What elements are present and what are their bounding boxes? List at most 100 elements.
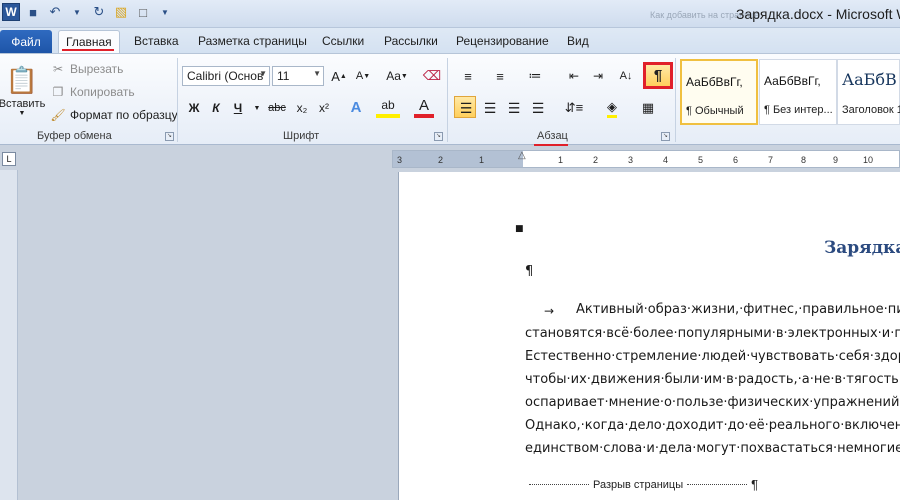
ruler-left-margin bbox=[393, 151, 523, 167]
borders-icon: ▦ bbox=[641, 100, 655, 115]
underline-button[interactable]: Ч bbox=[228, 98, 248, 118]
paragraph-group-label: Абзац bbox=[537, 130, 568, 142]
paragraph-line[interactable]: Активный·образ·жизни,·фитнес,·правильное… bbox=[576, 302, 900, 317]
paragraph-line[interactable]: оспаривает·мнение·о·пользе·физических·уп… bbox=[525, 395, 900, 410]
show-formatting-marks-button[interactable]: ¶ bbox=[643, 62, 673, 89]
window-title: Зарядка.docx - Microsoft W bbox=[736, 6, 900, 22]
chevron-down-icon: ▼ bbox=[259, 69, 267, 78]
title-bar: W ■ ↶ ▼ ↻ ▧ □ ▼ Как добавить на странице… bbox=[0, 0, 900, 28]
increase-indent-icon: ⇥ bbox=[592, 69, 604, 83]
tab-page-layout[interactable]: Разметка страницы bbox=[198, 34, 307, 48]
group-separator bbox=[447, 58, 448, 142]
line-spacing-icon: ⇵≡ bbox=[564, 100, 584, 115]
word-app-icon[interactable]: W bbox=[2, 3, 20, 21]
ribbon-tabs: Файл Главная Вставка Разметка страницы С… bbox=[0, 28, 900, 54]
justify-button[interactable]: ☰ bbox=[528, 98, 548, 118]
tab-mailings[interactable]: Рассылки bbox=[384, 34, 438, 48]
tab-stop-selector[interactable]: L bbox=[2, 152, 16, 166]
font-color-button[interactable]: A bbox=[414, 96, 434, 118]
line-spacing-button[interactable]: ⇵≡ bbox=[560, 98, 588, 118]
align-left-button[interactable]: ☰ bbox=[456, 98, 476, 118]
subscript-button[interactable]: x₂ bbox=[292, 98, 312, 118]
undo-icon[interactable]: ↶ bbox=[46, 3, 64, 21]
customize-icon[interactable]: ▼ bbox=[156, 3, 174, 21]
change-case-button[interactable]: Aa ▼ bbox=[384, 66, 410, 86]
chevron-down-icon: ▼ bbox=[313, 69, 321, 78]
align-center-button[interactable]: ☰ bbox=[480, 98, 500, 118]
grow-font-button[interactable]: A ▲ bbox=[330, 66, 348, 86]
chevron-down-icon: ▼ bbox=[18, 110, 26, 117]
quick-access-toolbar: W ■ ↶ ▼ ↻ ▧ □ ▼ bbox=[2, 3, 174, 21]
highlight-color-button[interactable]: ab bbox=[376, 96, 400, 118]
align-right-button[interactable]: ☰ bbox=[504, 98, 524, 118]
tab-view[interactable]: Вид bbox=[567, 34, 589, 48]
paste-icon: 📋 bbox=[5, 65, 39, 95]
clear-formatting-button[interactable]: ⌫ bbox=[422, 66, 442, 86]
increase-indent-button[interactable]: ⇥ bbox=[588, 66, 608, 86]
redo-icon[interactable]: ↻ bbox=[90, 3, 108, 21]
tab-insert[interactable]: Вставка bbox=[134, 34, 179, 48]
cut-button[interactable]: ✂ Вырезать bbox=[50, 59, 123, 79]
shrink-font-button[interactable]: A ▼ bbox=[354, 66, 372, 86]
borders-button[interactable]: ▦ bbox=[634, 98, 662, 118]
align-right-icon: ☰ bbox=[507, 99, 521, 116]
shading-button[interactable]: ◈ bbox=[598, 98, 626, 118]
document-heading[interactable]: Зарядка bbox=[824, 238, 900, 258]
dropdown-icon[interactable]: ▼ bbox=[68, 3, 86, 21]
paste-button[interactable]: 📋 Вставить ▼ bbox=[0, 58, 45, 124]
strikethrough-button[interactable]: abc bbox=[266, 98, 288, 118]
vertical-ruler bbox=[0, 170, 18, 500]
save-icon[interactable]: ■ bbox=[24, 3, 42, 21]
copy-button[interactable]: ❐ Копировать bbox=[50, 82, 135, 102]
justify-icon: ☰ bbox=[531, 99, 545, 116]
style-no-spacing[interactable]: АаБбВвГг, ¶ Без интер... bbox=[759, 59, 837, 125]
font-name-combo[interactable]: Calibri (Основ ▼ bbox=[182, 66, 270, 86]
italic-button[interactable]: К bbox=[206, 98, 226, 118]
group-separator bbox=[177, 58, 178, 142]
font-size-combo[interactable]: 11 ▼ bbox=[272, 66, 324, 86]
numbered-list-icon: ≡ bbox=[496, 68, 504, 84]
font-group-label: Шрифт bbox=[283, 130, 320, 142]
document-page[interactable]: ■ Зарядка ¶ → Активный·образ·жизни,·фитн… bbox=[398, 172, 900, 500]
paragraph-line[interactable]: Однако,·когда·дело·доходит·до·её·реально… bbox=[525, 418, 900, 433]
paragraph-line[interactable]: Естественно·стремление·людей·чувствовать… bbox=[525, 349, 900, 364]
font-dialog-launcher[interactable]: ↘ bbox=[434, 132, 443, 141]
sort-icon: A↓ bbox=[619, 70, 633, 82]
paragraph-line[interactable]: чтобы·их·движения·были·им·в·радость,·а·н… bbox=[525, 372, 900, 387]
paragraph-dialog-launcher[interactable]: ↘ bbox=[661, 132, 670, 141]
tab-references[interactable]: Ссылки bbox=[322, 34, 364, 48]
paintbrush-icon: 🖌 bbox=[50, 108, 66, 122]
align-center-icon: ☰ bbox=[483, 99, 497, 116]
empty-paragraph-mark: ¶ bbox=[525, 264, 534, 279]
paint-bucket-icon: ◈ bbox=[607, 99, 617, 118]
tab-arrow-mark: → bbox=[544, 304, 555, 318]
clipboard-dialog-launcher[interactable]: ↘ bbox=[165, 132, 174, 141]
tab-review[interactable]: Рецензирование bbox=[456, 34, 549, 48]
group-separator bbox=[675, 58, 676, 142]
scissors-icon: ✂ bbox=[52, 62, 64, 76]
underline-dropdown[interactable]: ▼ bbox=[252, 98, 262, 118]
eraser-icon: ⌫ bbox=[422, 68, 442, 83]
ribbon: 📋 Вставить ▼ ✂ Вырезать ❐ Копировать 🖌 Ф… bbox=[0, 53, 900, 146]
bullets-button[interactable]: ≡ bbox=[454, 66, 482, 86]
tab-file[interactable]: Файл bbox=[0, 30, 52, 53]
bold-button[interactable]: Ж bbox=[184, 98, 204, 118]
style-heading-1[interactable]: АаБбВ Заголовок 1 bbox=[837, 59, 900, 125]
decrease-indent-button[interactable]: ⇤ bbox=[564, 66, 584, 86]
paragraph-line[interactable]: единством·слова·и·дела·могут·похвастатьс… bbox=[525, 441, 900, 456]
paragraph-line[interactable]: становятся·всё·более·популярными·в·элект… bbox=[525, 326, 900, 341]
horizontal-ruler[interactable]: 3 2 1 △ 1 2 3 4 5 6 7 8 9 10 bbox=[392, 150, 900, 168]
multilevel-list-button[interactable]: ≔ bbox=[520, 66, 550, 86]
text-effects-button[interactable]: A bbox=[346, 96, 366, 118]
indent-marker-icon[interactable]: △ bbox=[518, 150, 526, 161]
new-document-icon[interactable]: □ bbox=[134, 3, 152, 21]
bullet-list-icon: ≡ bbox=[464, 68, 472, 84]
numbering-button[interactable]: ≡ bbox=[486, 66, 514, 86]
superscript-button[interactable]: x² bbox=[314, 98, 334, 118]
page-break-marker[interactable]: Разрыв страницы ¶ bbox=[525, 477, 758, 492]
open-folder-icon[interactable]: ▧ bbox=[112, 3, 130, 21]
style-normal[interactable]: АаБбВвГг, ¶ Обычный bbox=[680, 59, 758, 125]
format-painter-button[interactable]: 🖌 Формат по образцу bbox=[50, 105, 177, 125]
list-bullet-mark: ■ bbox=[515, 224, 524, 234]
sort-button[interactable]: A↓ bbox=[616, 66, 636, 86]
